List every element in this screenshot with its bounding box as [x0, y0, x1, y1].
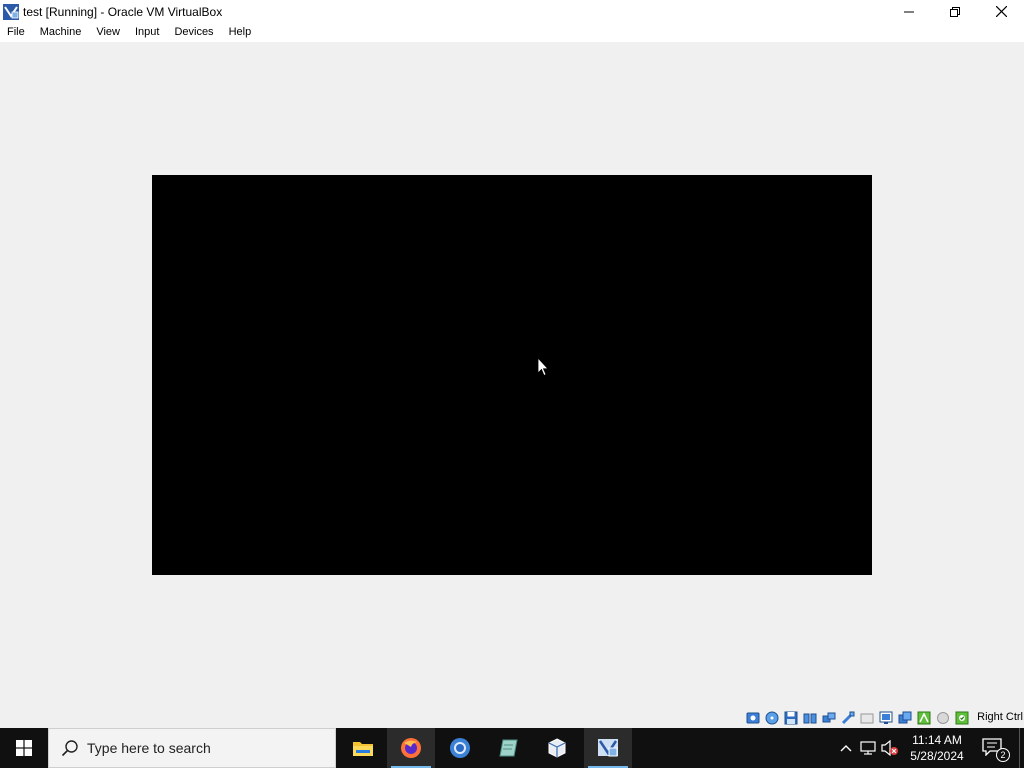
title-bar[interactable]: test [Running] - Oracle VM VirtualBox [0, 0, 1024, 23]
shared-folders-icon[interactable] [859, 710, 875, 726]
taskbar-clock[interactable]: 11:14 AM 5/28/2024 [907, 732, 967, 764]
search-icon [61, 740, 78, 757]
action-center-button[interactable]: 2 [982, 738, 1010, 762]
vm-display-area [0, 42, 1024, 708]
chevron-up-icon[interactable] [837, 739, 855, 757]
menu-devices[interactable]: Devices [167, 23, 221, 42]
network-status-icon[interactable] [859, 739, 877, 757]
mouse-pointer-icon [537, 357, 549, 377]
usb-icon[interactable] [840, 710, 856, 726]
restore-icon [950, 6, 960, 17]
floppy-drive-icon[interactable] [783, 710, 799, 726]
network-icon[interactable] [821, 710, 837, 726]
taskbar-notepad[interactable] [485, 728, 533, 768]
clock-time: 11:14 AM [912, 733, 962, 747]
notification-count-badge: 2 [996, 748, 1010, 762]
search-placeholder: Type here to search [87, 740, 211, 756]
firefox-icon [401, 738, 421, 758]
virtualbox-app-icon[interactable] [3, 3, 19, 20]
volume-muted-icon[interactable] [881, 739, 899, 757]
taskbar-virtualbox-vm[interactable] [584, 728, 632, 768]
virtualbox-manager-icon [548, 738, 566, 758]
menu-machine[interactable]: Machine [33, 23, 90, 42]
clock-date: 5/28/2024 [910, 749, 964, 763]
restore-button[interactable] [932, 0, 978, 23]
display-icon[interactable] [878, 710, 894, 726]
close-icon [995, 6, 1007, 17]
virtualbox-vm-icon [598, 739, 618, 757]
taskbar-chrome[interactable] [436, 728, 484, 768]
optical-drive-icon[interactable] [764, 710, 780, 726]
taskbar-virtualbox-manager[interactable] [533, 728, 581, 768]
notepad-icon [499, 739, 518, 757]
vm-screen[interactable] [152, 175, 872, 575]
windows-logo-icon [16, 740, 32, 756]
video-capture-icon[interactable] [897, 710, 913, 726]
taskbar-firefox[interactable] [387, 728, 435, 768]
start-button[interactable] [0, 728, 48, 768]
vm-status-bar: Right Ctrl [0, 708, 1024, 728]
taskbar-file-explorer[interactable] [339, 728, 387, 768]
mouse-integration-icon[interactable] [935, 710, 951, 726]
show-desktop-button[interactable] [1019, 728, 1024, 768]
close-button[interactable] [978, 0, 1024, 23]
minimize-icon [904, 11, 914, 12]
menu-help[interactable]: Help [222, 23, 260, 42]
host-key-label[interactable]: Right Ctrl [977, 711, 1023, 723]
keyboard-icon[interactable] [954, 710, 970, 726]
guest-additions-icon[interactable] [916, 710, 932, 726]
hard-disk-icon[interactable] [745, 710, 761, 726]
taskbar: Type here to search 11:14 AM 5/28/2024 2 [0, 728, 1024, 768]
menu-file[interactable]: File [0, 23, 33, 42]
chrome-icon [450, 738, 470, 758]
taskbar-search-box[interactable]: Type here to search [48, 728, 336, 768]
menu-input[interactable]: Input [128, 23, 167, 42]
file-explorer-icon [353, 742, 373, 756]
audio-icon[interactable] [802, 710, 818, 726]
menu-view[interactable]: View [89, 23, 128, 42]
menu-bar: File Machine View Input Devices Help [0, 23, 1024, 42]
minimize-button[interactable] [886, 0, 932, 23]
window-title: test [Running] - Oracle VM VirtualBox [23, 4, 223, 19]
